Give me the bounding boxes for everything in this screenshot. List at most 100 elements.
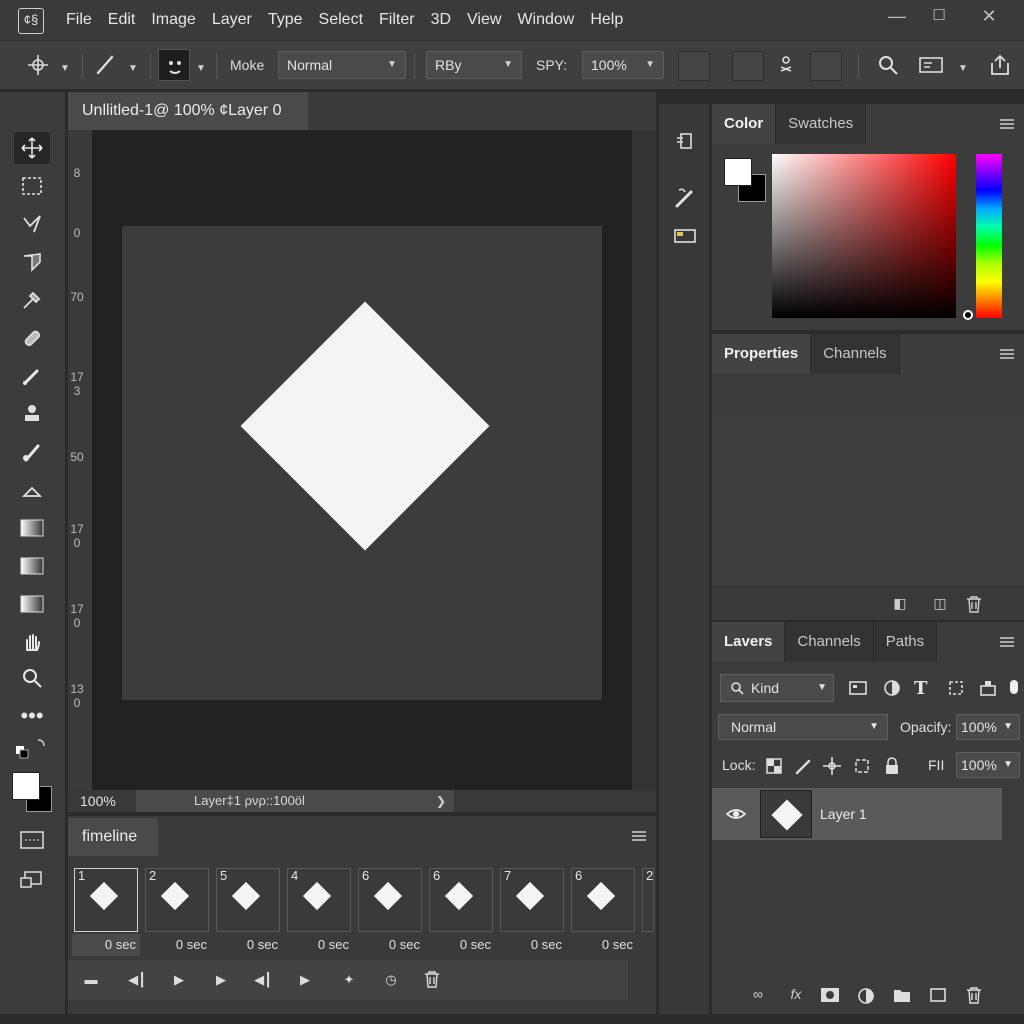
color-picker-cursor[interactable]: [963, 310, 973, 320]
spy-dropdown[interactable]: 100% ▼: [582, 51, 664, 79]
tab-swatches[interactable]: Swatches: [776, 104, 867, 144]
eraser-tool-button[interactable]: [14, 474, 50, 506]
timeline-frame[interactable]: 2: [640, 864, 654, 956]
foreground-color-swatch[interactable]: [724, 158, 752, 186]
menu-window[interactable]: Window: [509, 0, 582, 40]
lock-artboard-icon[interactable]: [852, 756, 872, 776]
frame-delay[interactable]: 0 sec: [285, 934, 353, 956]
stamp-tool-button[interactable]: [14, 398, 50, 430]
trash-icon[interactable]: [966, 986, 986, 1006]
default-colors-button[interactable]: [14, 732, 50, 764]
timeline-frame[interactable]: 6 0 sec: [356, 864, 424, 956]
diamond-shape[interactable]: [240, 301, 490, 551]
marquee-tool-button[interactable]: [14, 170, 50, 202]
layer-blend-mode-dropdown[interactable]: Normal ▼: [718, 714, 888, 740]
tab-properties[interactable]: Properties: [712, 334, 812, 374]
maximize-button[interactable]: ☐: [924, 6, 954, 30]
folder-icon[interactable]: [892, 986, 912, 1006]
new-layer-icon[interactable]: [928, 986, 948, 1006]
menu-type[interactable]: Type: [260, 0, 311, 40]
fx-icon[interactable]: fx: [786, 986, 806, 1006]
menu-layer[interactable]: Layer: [204, 0, 260, 40]
search-icon[interactable]: [876, 53, 900, 77]
share-icon[interactable]: [988, 53, 1012, 77]
brush-preset-picker[interactable]: [158, 49, 190, 81]
move-tool-button[interactable]: [14, 132, 50, 164]
chevron-down-icon[interactable]: ▼: [60, 63, 70, 74]
tab-layers[interactable]: Lavers: [712, 622, 786, 662]
layer-kind-filter[interactable]: Kind ▼: [720, 674, 834, 702]
tween-icon[interactable]: ✦: [338, 970, 360, 990]
layer-thumbnail[interactable]: [760, 790, 812, 838]
adjustment-layer-icon[interactable]: [856, 986, 876, 1006]
move-tool-icon[interactable]: [26, 53, 50, 77]
document-canvas[interactable]: [122, 226, 602, 700]
color-picker-field[interactable]: [772, 154, 956, 318]
trash-icon[interactable]: [424, 970, 446, 990]
menu-select[interactable]: Select: [311, 0, 371, 40]
menu-file[interactable]: File: [58, 0, 100, 40]
menu-3d[interactable]: 3D: [423, 0, 459, 40]
adjustment-filter-icon[interactable]: [882, 678, 902, 698]
frame-delay[interactable]: 0 sec: [143, 934, 211, 956]
history-brush-tool-button[interactable]: [14, 436, 50, 468]
menu-help[interactable]: Help: [582, 0, 631, 40]
airbrush-icon[interactable]: [774, 53, 798, 77]
chevron-down-icon[interactable]: ▼: [958, 63, 968, 74]
layer-row[interactable]: Layer 1: [712, 788, 1002, 840]
tab-channels[interactable]: Channels: [785, 622, 874, 662]
menu-image[interactable]: Image: [143, 0, 203, 40]
second-dropdown[interactable]: RBy ▼: [426, 51, 522, 79]
adjustments-panel-icon[interactable]: [671, 222, 699, 250]
timeline-frame[interactable]: 2 0 sec: [143, 864, 211, 956]
last-frame-icon[interactable]: ▶: [294, 970, 316, 990]
option-swatch[interactable]: [678, 51, 710, 81]
pixel-layer-filter-icon[interactable]: [848, 678, 868, 698]
opacity-input[interactable]: 100% ▼: [956, 714, 1020, 740]
close-button[interactable]: ✕: [974, 6, 1004, 30]
frame-delay[interactable]: 0 sec: [356, 934, 424, 956]
blend-mode-dropdown[interactable]: Normal ▼: [278, 51, 406, 79]
dodge-tool-button[interactable]: [14, 588, 50, 620]
timeline-frame[interactable]: 5 0 sec: [214, 864, 282, 956]
lock-transparent-pixels-icon[interactable]: [764, 756, 784, 776]
shape-filter-icon[interactable]: [946, 678, 966, 698]
filter-toggle-icon[interactable]: [1008, 678, 1024, 698]
chevron-down-icon[interactable]: ▼: [128, 63, 138, 74]
timeline-frame[interactable]: 6 0 sec: [569, 864, 637, 956]
next-frame-icon[interactable]: ◀┃: [252, 970, 274, 990]
document-tab[interactable]: Unllitled-1@ 100% ¢Layer 0: [68, 92, 308, 130]
timeline-frame[interactable]: 4 0 sec: [285, 864, 353, 956]
quick-select-tool-button[interactable]: [14, 246, 50, 278]
screen-mode-button[interactable]: [14, 864, 50, 896]
lock-position-icon[interactable]: [822, 756, 842, 776]
document-info[interactable]: Layer‡1 ρνρ::100öl ❯: [136, 790, 454, 812]
tab-timeline[interactable]: fimeline: [68, 818, 158, 856]
loop-options-icon[interactable]: ▬: [80, 970, 102, 990]
eye-icon[interactable]: [726, 806, 746, 822]
fill-input[interactable]: 100% ▼: [956, 752, 1020, 778]
type-filter-icon[interactable]: T: [914, 678, 934, 699]
menu-edit[interactable]: Edit: [100, 0, 144, 40]
app-logo[interactable]: ¢§: [18, 8, 44, 34]
tab-channels[interactable]: Channels: [811, 334, 900, 374]
zoom-tool-button[interactable]: [14, 662, 50, 694]
healing-tool-button[interactable]: [14, 322, 50, 354]
link-icon[interactable]: ∞: [748, 986, 768, 1006]
lock-all-icon[interactable]: [882, 756, 902, 776]
timeline-frame[interactable]: 1 0 sec: [72, 864, 140, 956]
lasso-tool-button[interactable]: [14, 208, 50, 240]
minimize-button[interactable]: —: [882, 6, 912, 30]
quick-mask-button[interactable]: [14, 824, 50, 856]
frame-delay[interactable]: 0 sec: [569, 934, 637, 956]
history-panel-icon[interactable]: [671, 128, 699, 156]
gradient-tool-button[interactable]: [14, 512, 50, 544]
new-layer-from-icon[interactable]: ◧: [890, 595, 910, 615]
frame-delay[interactable]: 0 sec: [498, 934, 566, 956]
panel-menu-icon[interactable]: [1000, 348, 1016, 360]
brush-icon[interactable]: [94, 53, 118, 77]
frame-delay[interactable]: 0 sec: [427, 934, 495, 956]
tab-paths[interactable]: Paths: [873, 622, 938, 662]
trash-icon[interactable]: [966, 595, 986, 615]
canvas-scroll-gutter[interactable]: [632, 130, 656, 790]
